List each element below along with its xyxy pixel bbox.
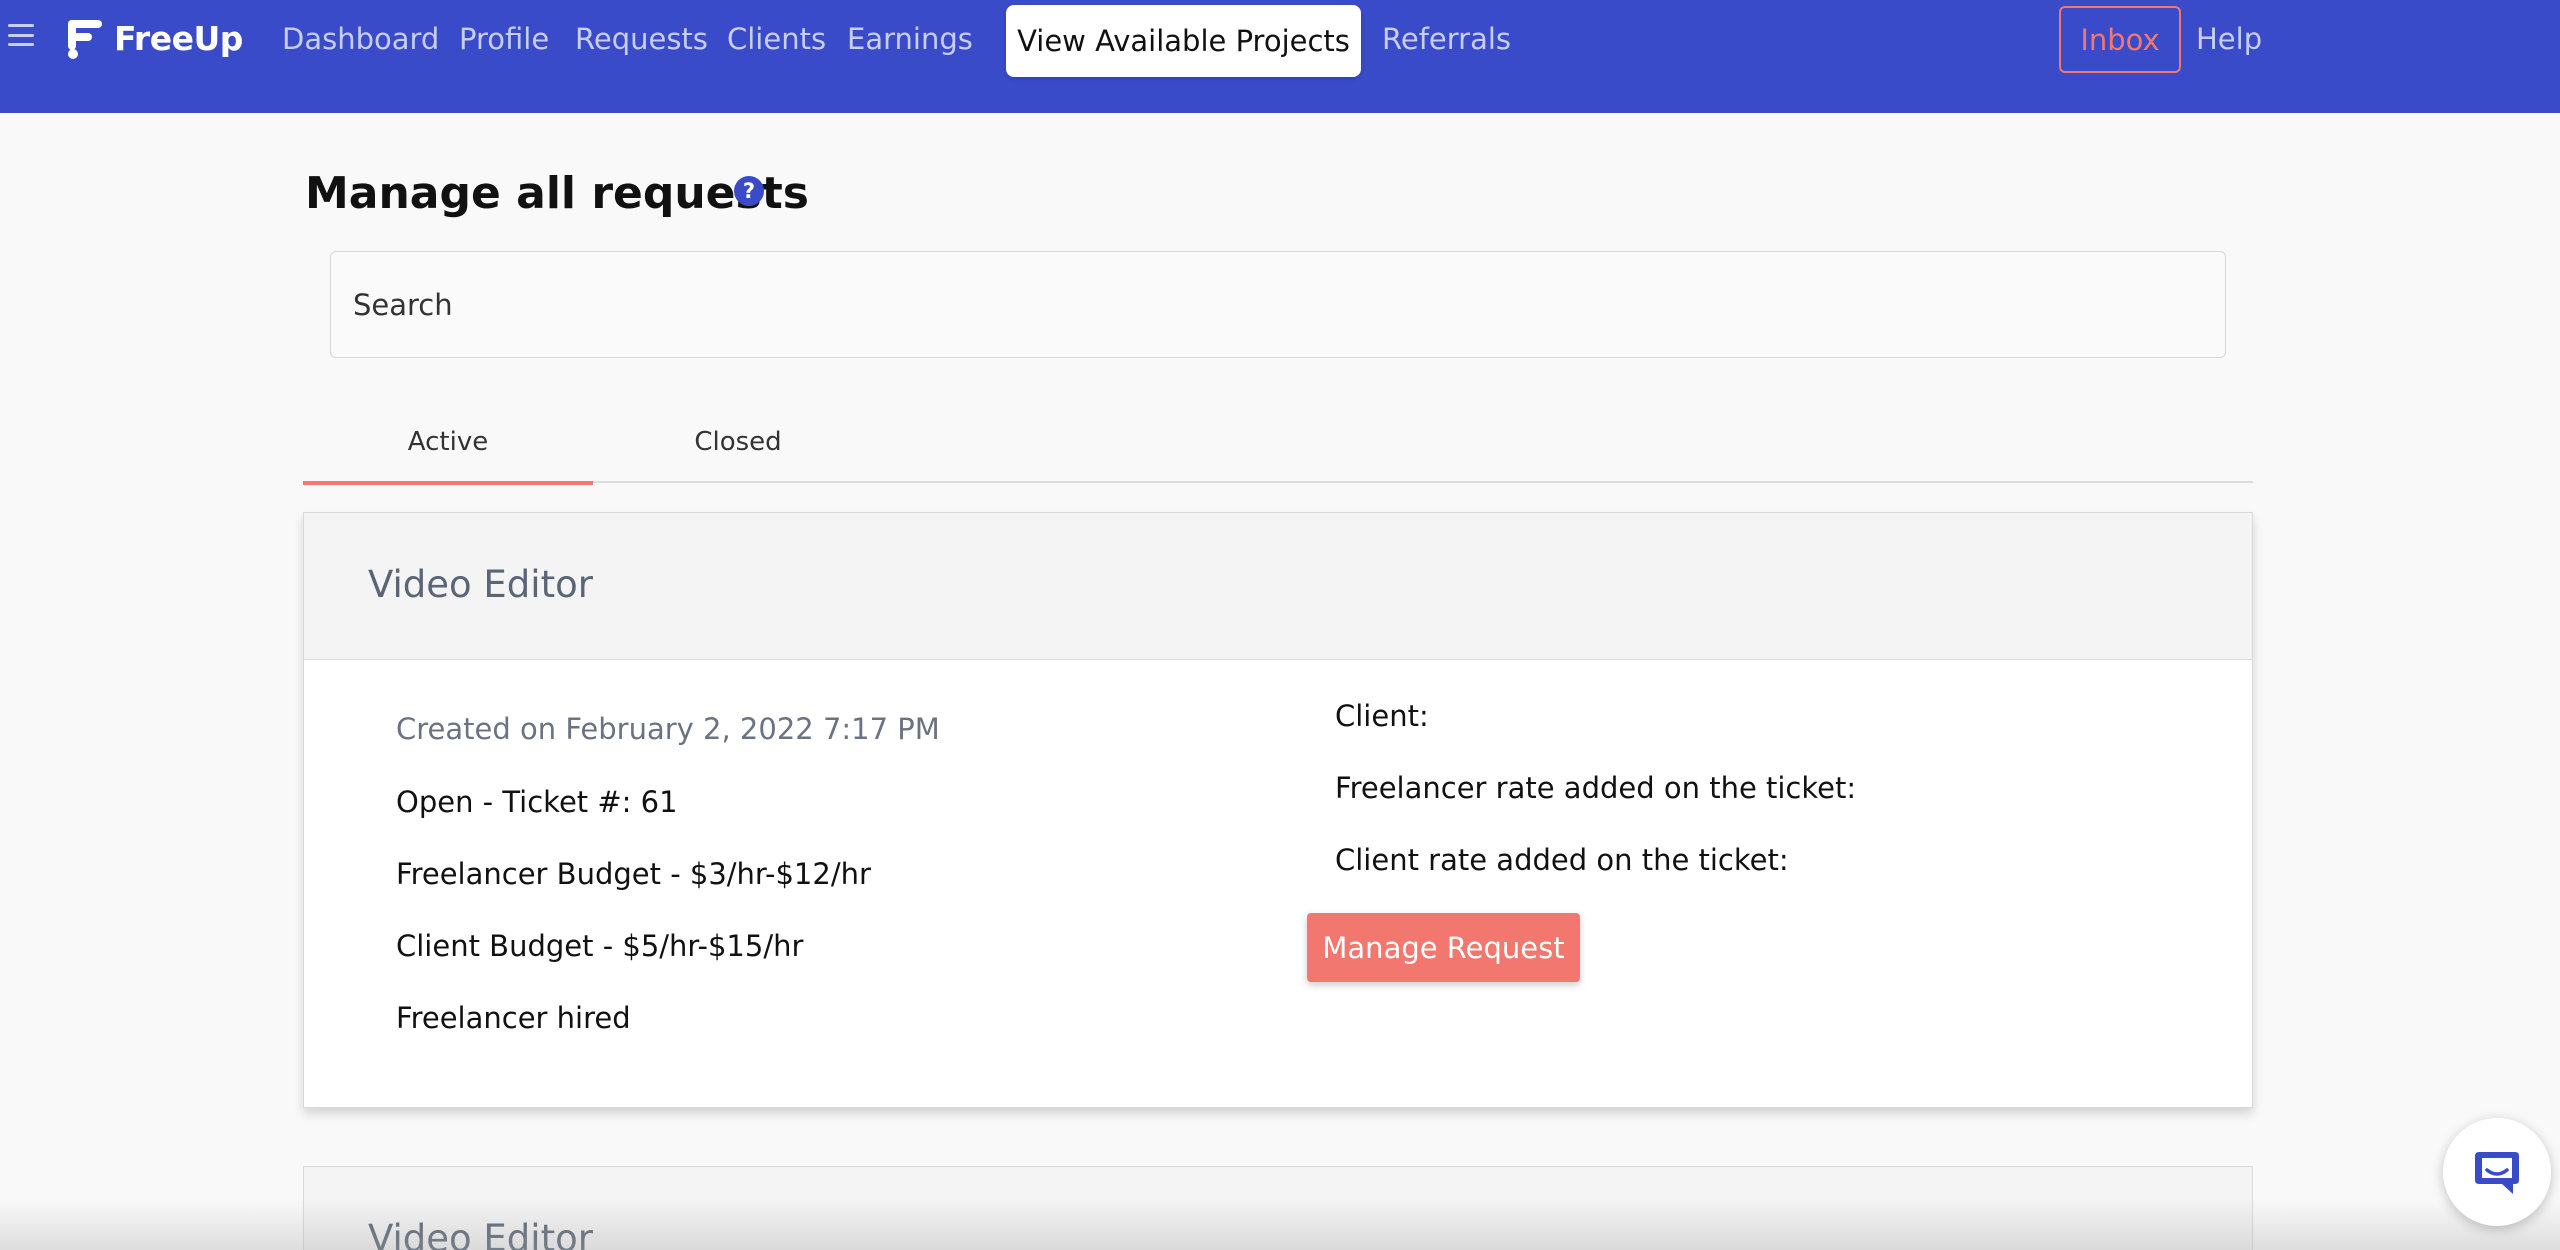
top-navbar: FreeUp Dashboard Profile Requests Client… [0,0,2560,113]
nav-earnings[interactable]: Earnings [847,22,973,56]
client-budget: Client Budget - $5/hr-$15/hr [396,929,804,963]
menu-icon[interactable] [8,24,34,46]
chat-bubble-glyph [2475,1152,2519,1194]
brand-logo[interactable]: FreeUp [68,16,243,60]
search-field[interactable] [330,251,2226,358]
created-date: Created on February 2, 2022 7:17 PM [396,712,940,746]
nav-profile[interactable]: Profile [459,22,549,56]
request-card-header: Video Editor [304,513,2252,660]
search-input[interactable] [331,252,2225,357]
tab-active[interactable]: Active [303,400,593,485]
nav-help[interactable]: Help [2196,22,2262,56]
request-title: Video Editor [368,563,593,606]
nav-clients[interactable]: Clients [727,22,826,56]
manage-request-button[interactable]: Manage Request [1307,913,1580,982]
nav-referrals[interactable]: Referrals [1382,22,1511,56]
nav-requests[interactable]: Requests [575,22,708,56]
brand-name: FreeUp [114,18,243,58]
ticket-status: Open - Ticket #: 61 [396,785,678,819]
freeup-logo-icon [68,18,106,59]
nav-dashboard[interactable]: Dashboard [282,22,439,56]
tab-closed[interactable]: Closed [593,400,883,483]
request-title: Video Editor [368,1217,593,1250]
freelancer-budget: Freelancer Budget - $3/hr-$12/hr [396,857,871,891]
request-card: Video Editor Created on February 2, 2022… [303,512,2253,1108]
view-available-projects-button[interactable]: View Available Projects [1006,5,1361,77]
chat-bubble-icon[interactable] [2443,1118,2551,1226]
client-rate-label: Client rate added on the ticket: [1335,843,1789,877]
hire-status: Freelancer hired [396,1001,631,1035]
inbox-button[interactable]: Inbox [2059,6,2181,73]
client-label: Client: [1335,699,1429,733]
freelancer-rate-label: Freelancer rate added on the ticket: [1335,771,1857,805]
request-card: Video Editor [303,1166,2253,1250]
request-tabs: Active Closed [303,400,2253,485]
question-circle-icon[interactable]: ? [734,176,764,206]
